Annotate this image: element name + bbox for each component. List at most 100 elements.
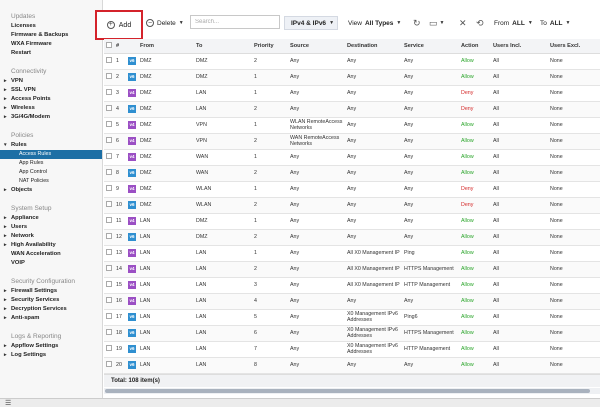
row-checkbox[interactable] (104, 261, 114, 278)
close-icon[interactable]: ✕ (459, 16, 467, 30)
view-filter[interactable]: View All Types ▼ (348, 16, 401, 30)
users-incl-cell: All (491, 69, 548, 86)
row-checkbox[interactable] (104, 181, 114, 198)
table-row[interactable]: 10 v6 DMZ WLAN 2 Any Any Any Deny All None (104, 197, 600, 214)
caret-right-icon: ▸ (4, 96, 7, 102)
sidebar-item[interactable]: Licenses (0, 22, 102, 31)
row-checkbox[interactable] (104, 309, 114, 326)
horizontal-scrollbar[interactable] (104, 388, 600, 394)
priority-cell: 2 (252, 229, 288, 246)
sidebar-item[interactable]: ▸ 3G/4G/Modem (0, 113, 102, 122)
sidebar-item[interactable]: ▸ VPN (0, 77, 102, 86)
delete-button[interactable]: − Delete ▼ (146, 16, 184, 30)
sidebar-item[interactable]: Firmware & Backups (0, 31, 102, 40)
sidebar-item[interactable]: ▾ Rules (0, 141, 102, 150)
row-checkbox[interactable] (104, 133, 114, 150)
sidebar-item[interactable]: ▸ SSL VPN (0, 86, 102, 95)
sidebar-item[interactable]: WXA Firmware (0, 40, 102, 49)
sidebar-item[interactable]: ▸ Access Points (0, 95, 102, 104)
row-checkbox[interactable] (104, 229, 114, 246)
sidebar-item-label: WAN Acceleration (11, 251, 61, 257)
table-row[interactable]: 1 v6 DMZ DMZ 2 Any Any Any Allow All None (104, 53, 600, 70)
table-row[interactable]: 19 v6 LAN LAN 7 Any X0 Management IPv6 Address… (104, 341, 600, 358)
row-checkbox[interactable] (104, 117, 114, 134)
table-row[interactable]: 2 v6 DMZ DMZ 1 Any Any Any Allow All None (104, 69, 600, 86)
column-header-priority[interactable]: Priority (252, 39, 288, 54)
scrollbar-thumb[interactable] (105, 389, 590, 393)
row-checkbox[interactable] (104, 277, 114, 294)
search-input[interactable] (190, 15, 280, 29)
source-cell: Any (288, 229, 345, 246)
table-row[interactable]: 8 v6 DMZ WAN 2 Any Any Any Allow All None (104, 165, 600, 182)
sidebar-item[interactable]: ▸ High Availability (0, 241, 102, 250)
column-header-destination[interactable]: Destination (345, 39, 402, 54)
display-options[interactable]: ▭ ▼ (429, 16, 444, 30)
column-header-to[interactable]: To (194, 39, 252, 54)
column-header-users-incl[interactable]: Users Incl. (491, 39, 548, 54)
sidebar-item[interactable]: ▸ Firewall Settings (0, 287, 102, 296)
sidebar-item[interactable]: ▸ Security Services (0, 296, 102, 305)
sidebar-item[interactable]: ▸ Wireless (0, 104, 102, 113)
sidebar-item[interactable]: ▸ Users (0, 223, 102, 232)
table-row[interactable]: 20 v6 LAN LAN 8 Any Any Any Allow All None (104, 357, 600, 374)
from-filter[interactable]: From ALL ▼ (494, 16, 533, 30)
sidebar-subitem[interactable]: App Rules (0, 159, 102, 168)
table-row[interactable]: 3 v4 DMZ LAN 1 Any Any Any Deny All None (104, 85, 600, 102)
add-button-label: Add (118, 21, 132, 29)
to-filter[interactable]: To ALL ▼ (540, 16, 570, 30)
sidebar-item[interactable]: ▸ Appliance (0, 214, 102, 223)
sidebar-item[interactable]: WAN Acceleration (0, 250, 102, 259)
column-header-action[interactable]: Action (459, 39, 491, 54)
table-row[interactable]: 16 v4 LAN LAN 4 Any Any Any Allow All None (104, 293, 600, 310)
sidebar-item[interactable]: ▸ Decryption Services (0, 305, 102, 314)
sidebar-item[interactable]: ▸ Log Settings (0, 351, 102, 360)
row-checkbox[interactable] (104, 213, 114, 230)
sidebar-item[interactable]: ▸ Appflow Settings (0, 342, 102, 351)
table-row[interactable]: 7 v4 DMZ WAN 1 Any Any Any Allow All None (104, 149, 600, 166)
sidebar-subitem[interactable]: Access Rules (0, 150, 102, 159)
sidebar-subitem[interactable]: NAT Policies (0, 177, 102, 186)
table-row[interactable]: 9 v4 DMZ WLAN 1 Any Any Any Deny All None (104, 181, 600, 198)
row-checkbox[interactable] (104, 53, 114, 70)
row-checkbox[interactable] (104, 325, 114, 342)
destination-cell: Any (345, 149, 402, 166)
sidebar-item[interactable]: VOIP (0, 259, 102, 268)
sidebar-item[interactable]: ▸ Network (0, 232, 102, 241)
sidebar-item[interactable]: ▸ Anti-spam (0, 314, 102, 323)
column-header-from[interactable]: From (138, 39, 194, 54)
column-header-num[interactable]: # (114, 39, 126, 54)
row-checkbox[interactable] (104, 165, 114, 182)
table-row[interactable]: 6 v4 DMZ VPN 2 WAN RemoteAccess Networks Any An… (104, 133, 600, 150)
sidebar-item[interactable]: ▸ Objects (0, 186, 102, 195)
table-row[interactable]: 12 v6 LAN DMZ 2 Any Any Any Allow All None (104, 229, 600, 246)
sidebar-item[interactable]: Restart (0, 49, 102, 58)
table-row[interactable]: 4 v6 DMZ LAN 2 Any Any Any Deny All None (104, 101, 600, 118)
column-header-source[interactable]: Source (288, 39, 345, 54)
row-checkbox[interactable] (104, 341, 114, 358)
table-row[interactable]: 11 v4 LAN DMZ 1 Any Any Any Allow All None (104, 213, 600, 230)
hamburger-icon[interactable]: ☰ (5, 400, 11, 407)
table-row[interactable]: 15 v4 LAN LAN 3 Any All X0 Management IP HTTP M… (104, 277, 600, 294)
row-checkbox[interactable] (104, 101, 114, 118)
column-header-service[interactable]: Service (402, 39, 459, 54)
row-checkbox[interactable] (104, 149, 114, 166)
table-row[interactable]: 14 v4 LAN LAN 2 Any All X0 Management IP HTTPS … (104, 261, 600, 278)
row-checkbox[interactable] (104, 245, 114, 262)
row-checkbox[interactable] (104, 197, 114, 214)
row-checkbox[interactable] (104, 357, 114, 374)
sidebar-subitem[interactable]: App Control (0, 168, 102, 177)
refresh-icon[interactable]: ↻ (413, 16, 421, 30)
users-incl-cell: All (491, 357, 548, 374)
table-row[interactable]: 13 v4 LAN LAN 1 Any All X0 Management IP Ping Al… (104, 245, 600, 262)
column-header-users-excl[interactable]: Users Excl. (548, 39, 600, 54)
history-icon[interactable]: ⟲ (476, 16, 484, 30)
row-checkbox[interactable] (104, 69, 114, 86)
add-button[interactable]: + Add (95, 10, 143, 40)
ip-version-filter[interactable]: IPv4 & IPv6 ▼ (284, 16, 338, 30)
table-row[interactable]: 18 v6 LAN LAN 6 Any X0 Management IPv6 Address… (104, 325, 600, 342)
table-row[interactable]: 17 v6 LAN LAN 5 Any X0 Management IPv6 Address… (104, 309, 600, 326)
row-checkbox[interactable] (104, 85, 114, 102)
select-all-checkbox[interactable] (104, 39, 114, 54)
row-checkbox[interactable] (104, 293, 114, 310)
table-row[interactable]: 5 v4 DMZ VPN 1 WLAN RemoteAccess Networks Any A… (104, 117, 600, 134)
